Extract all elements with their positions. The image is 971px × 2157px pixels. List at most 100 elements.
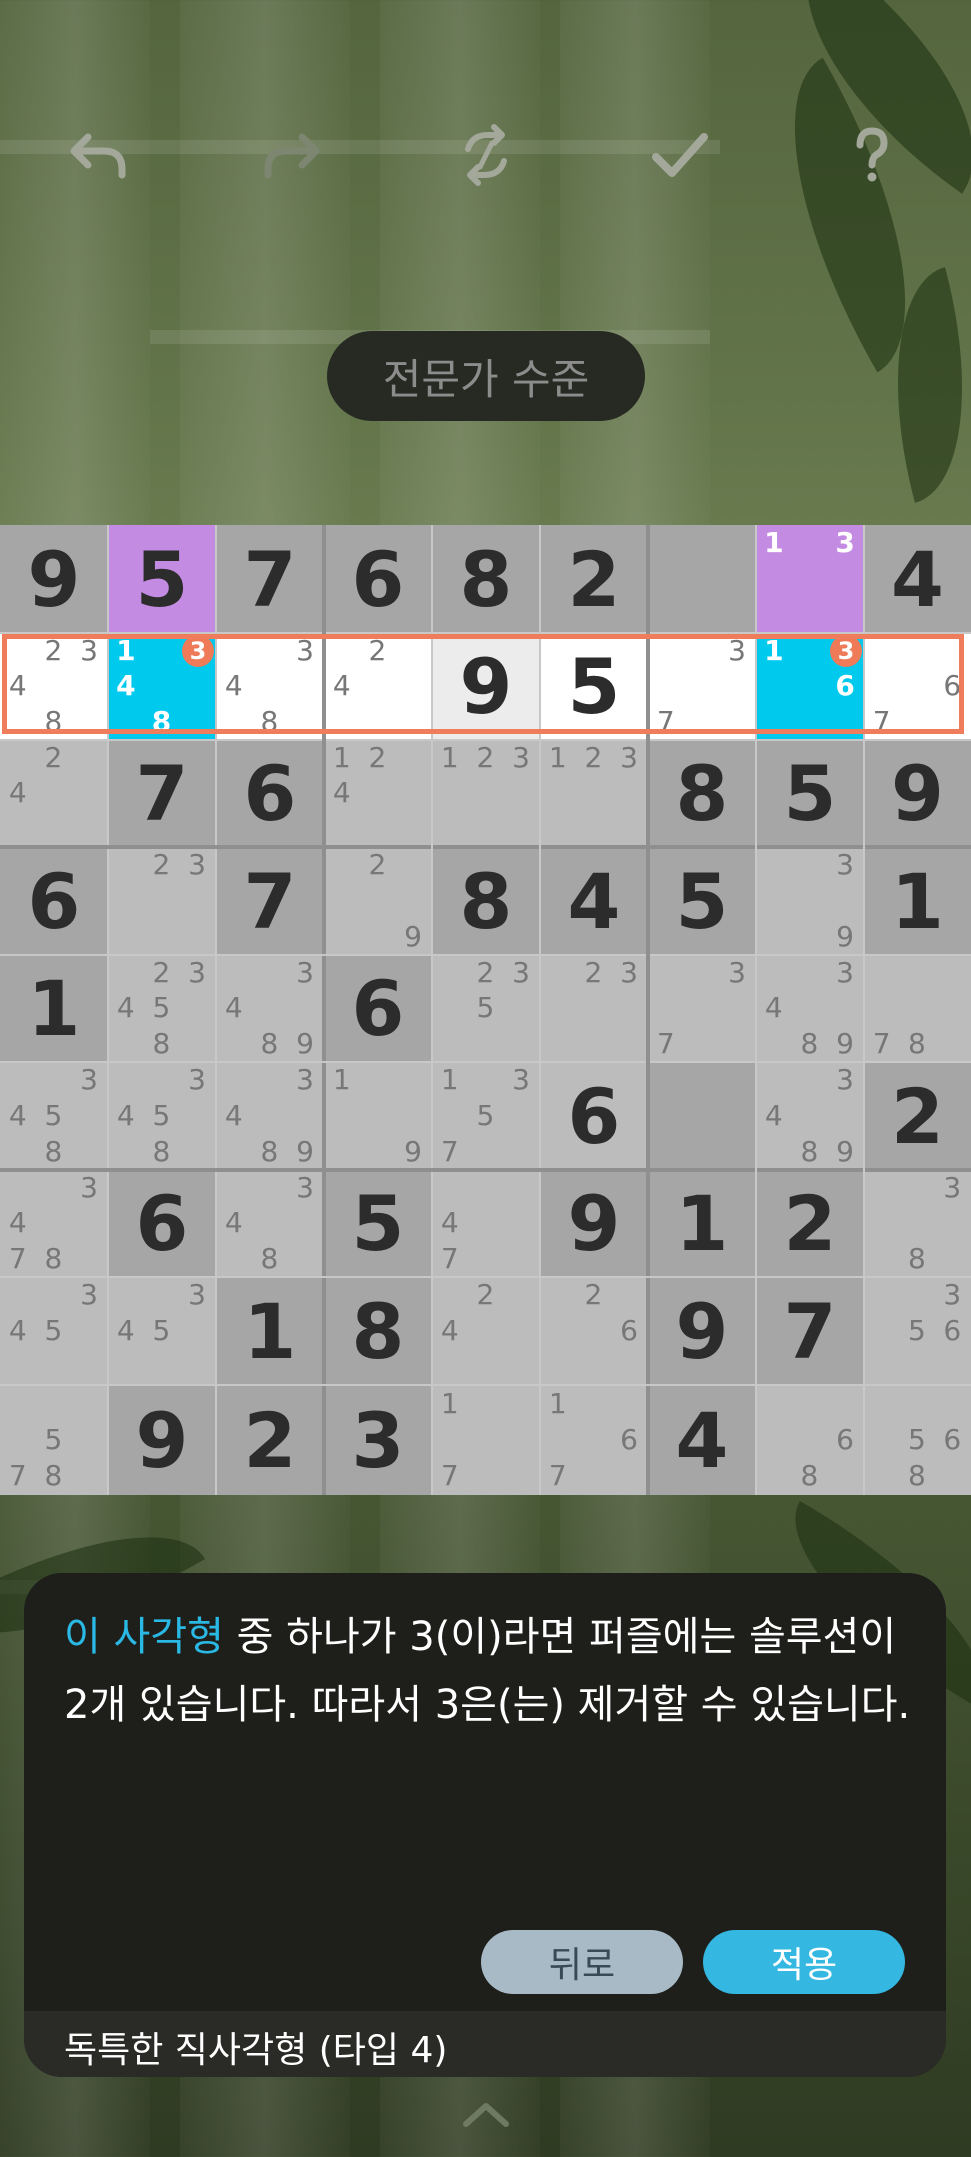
cell-r7c8[interactable]: 356 [864, 1277, 971, 1385]
cell-r5c2[interactable]: 3 489 [216, 1062, 324, 1170]
cell-r4c5[interactable]: 23 [540, 955, 648, 1062]
candidate-8: 8 [44, 1134, 63, 1168]
cell-r2c7[interactable]: 5 [756, 740, 864, 847]
cell-r7c5[interactable]: 26 [540, 1277, 648, 1385]
cell-r5c3[interactable]: 19 [324, 1062, 432, 1170]
cell-r2c2[interactable]: 6 [216, 740, 324, 847]
cell-r2c5[interactable]: 123 [540, 740, 648, 847]
cell-r5c0[interactable]: 3 458 [0, 1062, 108, 1170]
cell-r7c6[interactable]: 9 [648, 1277, 756, 1385]
cell-r2c1[interactable]: 7 [108, 740, 216, 847]
cell-r6c4[interactable]: 47 [432, 1170, 540, 1277]
candidate-4: 4 [8, 1098, 27, 1132]
cell-r8c1[interactable]: 9 [108, 1385, 216, 1495]
cell-r3c0[interactable]: 6 [0, 847, 108, 955]
cell-r8c5[interactable]: 1 6 7 [540, 1385, 648, 1495]
cell-r8c8[interactable]: 568 [864, 1385, 971, 1495]
cell-r6c3[interactable]: 5 [324, 1170, 432, 1277]
cell-r6c0[interactable]: 3 478 [0, 1170, 108, 1277]
back-button[interactable]: 뒤로 [481, 1930, 683, 1994]
cell-r4c2[interactable]: 3 489 [216, 955, 324, 1062]
cell-r6c7[interactable]: 2 [756, 1170, 864, 1277]
cell-r2c3[interactable]: 124 [324, 740, 432, 847]
cell-r0c2[interactable]: 7 [216, 525, 324, 633]
cell-r5c5[interactable]: 6 [540, 1062, 648, 1170]
candidate-4: 4 [224, 1206, 243, 1240]
redo-icon [264, 133, 320, 179]
candidate-6: 6 [620, 1422, 638, 1456]
cell-r4c6[interactable]: 37 [648, 955, 756, 1062]
candidate-5: 5 [44, 1098, 63, 1132]
candidate-3: 3 [296, 1063, 314, 1097]
cell-r7c1[interactable]: 3 45 [108, 1277, 216, 1385]
cell-r2c8[interactable]: 9 [864, 740, 971, 847]
cell-r3c3[interactable]: 29 [324, 847, 432, 955]
cell-r4c1[interactable]: 23 458 [108, 955, 216, 1062]
cell-r7c2[interactable]: 1 [216, 1277, 324, 1385]
candidate-7: 7 [440, 1459, 459, 1493]
redo-button[interactable] [242, 110, 342, 200]
cell-r7c4[interactable]: 24 [432, 1277, 540, 1385]
cell-r8c3[interactable]: 3 [324, 1385, 432, 1495]
cell-r3c6[interactable]: 5 [648, 847, 756, 955]
help-button[interactable] [822, 110, 922, 200]
cell-r7c7[interactable]: 7 [756, 1277, 864, 1385]
cell-r0c7[interactable]: 13 [756, 525, 864, 633]
cell-value: 4 [675, 1395, 729, 1485]
cell-r3c8[interactable]: 1 [864, 847, 971, 955]
cell-r6c2[interactable]: 3 48 [216, 1170, 324, 1277]
cell-r0c6[interactable] [648, 525, 756, 633]
candidate-3: 3 [512, 741, 530, 775]
cell-r8c2[interactable]: 2 [216, 1385, 324, 1495]
candidate-8: 8 [800, 1026, 819, 1060]
cell-r0c5[interactable]: 2 [540, 525, 648, 633]
cell-r5c8[interactable]: 2 [864, 1062, 971, 1170]
cell-r3c4[interactable]: 8 [432, 847, 540, 955]
cell-r3c1[interactable]: 23 [108, 847, 216, 955]
cell-r0c0[interactable]: 9 [0, 525, 108, 633]
cell-r8c7[interactable]: 68 [756, 1385, 864, 1495]
cell-r6c1[interactable]: 6 [108, 1170, 216, 1277]
cell-r7c3[interactable]: 8 [324, 1277, 432, 1385]
cell-r7c0[interactable]: 3 45 [0, 1277, 108, 1385]
cell-r2c6[interactable]: 8 [648, 740, 756, 847]
cell-r5c4[interactable]: 1 357 [432, 1062, 540, 1170]
candidate-1: 1 [332, 1063, 351, 1097]
chevron-up-icon[interactable] [456, 2094, 516, 2134]
cell-r6c5[interactable]: 9 [540, 1170, 648, 1277]
cell-r0c8[interactable]: 4 [864, 525, 971, 633]
candidate-2: 2 [368, 741, 387, 775]
apply-button[interactable]: 적용 [703, 1930, 905, 1994]
candidate-4: 4 [224, 991, 243, 1025]
candidate-4: 4 [440, 1206, 459, 1240]
candidate-2: 2 [476, 956, 495, 990]
candidate-4: 4 [116, 1098, 135, 1132]
swap-button[interactable] [436, 110, 536, 200]
cell-r4c3[interactable]: 6 [324, 955, 432, 1062]
cell-r8c0[interactable]: 578 [0, 1385, 108, 1495]
cell-r5c7[interactable]: 3 489 [756, 1062, 864, 1170]
cell-r8c6[interactable]: 4 [648, 1385, 756, 1495]
cell-r3c7[interactable]: 39 [756, 847, 864, 955]
cell-r3c5[interactable]: 4 [540, 847, 648, 955]
cell-r4c8[interactable]: 78 [864, 955, 971, 1062]
cell-r4c4[interactable]: 235 [432, 955, 540, 1062]
cell-r0c4[interactable]: 8 [432, 525, 540, 633]
undo-button[interactable] [48, 110, 148, 200]
cell-r0c3[interactable]: 6 [324, 525, 432, 633]
cell-value: 2 [783, 1179, 837, 1268]
cell-r2c4[interactable]: 123 [432, 740, 540, 847]
cell-r6c8[interactable]: 38 [864, 1170, 971, 1277]
cell-r5c1[interactable]: 3 458 [108, 1062, 216, 1170]
cell-r2c0[interactable]: 24 [0, 740, 108, 847]
cell-r5c6[interactable] [648, 1062, 756, 1170]
hint-highlight-text[interactable]: 이 사각형 [64, 1614, 224, 1660]
check-button[interactable] [630, 110, 730, 200]
cell-r4c0[interactable]: 1 [0, 955, 108, 1062]
cell-r4c7[interactable]: 3 489 [756, 955, 864, 1062]
cell-r8c4[interactable]: 17 [432, 1385, 540, 1495]
cell-r0c1[interactable]: 5 [108, 525, 216, 633]
cell-r3c2[interactable]: 7 [216, 847, 324, 955]
cell-r6c6[interactable]: 1 [648, 1170, 756, 1277]
cell-value: 7 [135, 749, 189, 838]
